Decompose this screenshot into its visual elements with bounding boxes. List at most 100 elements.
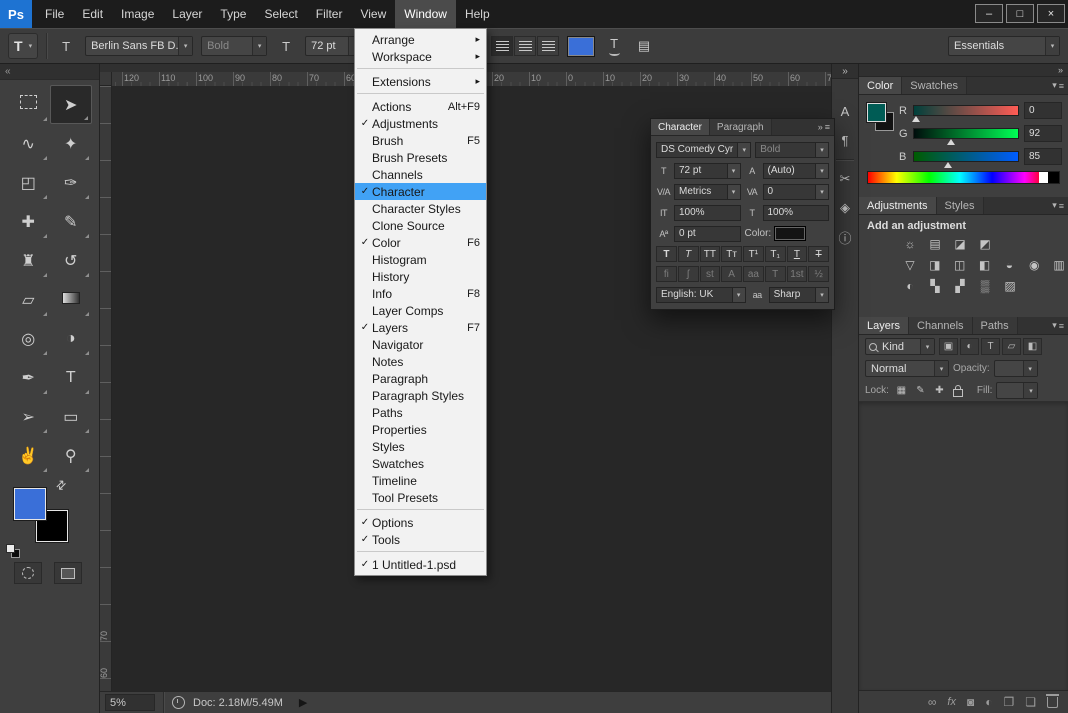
vertical-scale-field[interactable]: 100% [674, 205, 741, 221]
rectangle-tool[interactable]: ▭ [50, 397, 93, 436]
vertical-ruler[interactable]: 7060 [99, 86, 112, 691]
menu-image[interactable]: Image [112, 0, 163, 28]
exposure-icon[interactable]: ◩ [976, 236, 994, 251]
window-menu-item-styles[interactable]: Styles [355, 438, 486, 455]
anti-alias-select[interactable]: Sharp▾ [769, 287, 829, 303]
lock-transparency-icon[interactable]: ▦ [893, 383, 910, 398]
window-menu-item-workspace[interactable]: Workspace▸ [355, 48, 486, 65]
black-white-icon[interactable]: ◧ [976, 257, 994, 272]
history-brush-tool[interactable]: ↺ [50, 241, 93, 280]
tools-panel-header[interactable]: « [0, 64, 99, 80]
swash-button[interactable]: ʃ [678, 266, 699, 282]
color-foreground-swatch[interactable] [867, 103, 886, 122]
panel-menu-button[interactable]: ▾≡ [1050, 197, 1068, 214]
oldstyle-figures-button[interactable]: T [765, 266, 786, 282]
align-left-button[interactable] [491, 36, 513, 56]
character-panel-icon[interactable]: A [835, 101, 855, 121]
window-menu-item-history[interactable]: History [355, 268, 486, 285]
window-menu-item-color[interactable]: ✓ColorF6 [355, 234, 486, 251]
info-panel-icon[interactable]: ⓘ [835, 227, 855, 247]
link-layers-icon[interactable]: ∞ [928, 695, 937, 709]
contextual-alternates-button[interactable]: st [700, 266, 721, 282]
channel-value-g[interactable]: 92 [1024, 125, 1062, 142]
menu-view[interactable]: View [351, 0, 395, 28]
filter-adjustment-layers-icon[interactable]: ◐ [960, 338, 979, 355]
faux-italic-button[interactable]: T [678, 246, 699, 262]
maximize-button[interactable]: □ [1006, 4, 1034, 23]
window-menu-item-paths[interactable]: Paths [355, 404, 486, 421]
font-style-select[interactable]: Bold ▾ [201, 36, 267, 56]
char-font-size-select[interactable]: 72 pt▾ [674, 163, 741, 179]
expand-dock-button[interactable]: » [832, 64, 858, 79]
channel-slider-g[interactable] [913, 128, 1019, 139]
color-balance-icon[interactable]: ◫ [951, 257, 969, 272]
ordinals-button[interactable]: 1st [787, 266, 808, 282]
gradient-tool[interactable] [50, 280, 93, 319]
quick-mask-button[interactable] [14, 562, 42, 584]
kerning-select[interactable]: Metrics▾ [674, 184, 741, 200]
lock-position-icon[interactable]: ✚ [931, 383, 948, 398]
adjustments-panel-tab-styles[interactable]: Styles [937, 197, 984, 214]
baseline-shift-field[interactable]: 0 pt [674, 226, 741, 242]
brush-tool[interactable]: ✎ [50, 202, 93, 241]
default-colors-icon[interactable] [6, 544, 22, 559]
char-font-family-select[interactable]: DS Comedy Cyr ▾ [656, 142, 751, 158]
panel-menu-button[interactable]: ▾≡ [1050, 317, 1068, 334]
superscript-button[interactable]: T¹ [743, 246, 764, 262]
zoom-tool[interactable]: ⚲ [50, 436, 93, 475]
channel-value-b[interactable]: 85 [1024, 148, 1062, 165]
threshold-icon[interactable]: ▞ [951, 278, 969, 293]
channel-slider-r[interactable] [913, 105, 1019, 116]
curves-icon[interactable]: ◪ [951, 236, 969, 251]
char-font-style-select[interactable]: Bold ▾ [755, 142, 829, 158]
workspace-select[interactable]: Essentials ▾ [948, 36, 1060, 56]
color-spectrum-ramp[interactable] [867, 171, 1060, 184]
eyedropper-tool[interactable]: ✑ [50, 163, 93, 202]
menu-select[interactable]: Select [255, 0, 306, 28]
filter-pixel-layers-icon[interactable]: ▣ [939, 338, 958, 355]
filter-smart-objects-icon[interactable]: ◧ [1023, 338, 1042, 355]
eraser-tool[interactable]: ▱ [7, 280, 50, 319]
scissors-panel-icon[interactable]: ✂ [835, 169, 855, 189]
opacity-field[interactable]: ▾ [994, 360, 1038, 377]
channel-mixer-icon[interactable]: ◉ [1025, 257, 1043, 272]
window-menu-item-character-styles[interactable]: Character Styles [355, 200, 486, 217]
window-menu-item-adjustments[interactable]: ✓Adjustments [355, 115, 486, 132]
subscript-button[interactable]: T₁ [765, 246, 786, 262]
delete-layer-icon[interactable] [1047, 697, 1058, 708]
window-menu-item-layer-comps[interactable]: Layer Comps [355, 302, 486, 319]
add-layer-mask-icon[interactable]: ◙ [967, 695, 974, 709]
text-orientation-button[interactable]: T [55, 35, 77, 57]
text-color-swatch[interactable] [567, 36, 595, 57]
brightness-contrast-icon[interactable]: ☼ [901, 236, 919, 251]
selective-color-icon[interactable]: ▨ [1001, 278, 1019, 293]
window-menu-item-extensions[interactable]: Extensions▸ [355, 73, 486, 90]
new-adjustment-layer-icon[interactable]: ◐ [985, 695, 992, 709]
small-caps-button[interactable]: Tᴛ [721, 246, 742, 262]
window-menu-item-clone-source[interactable]: Clone Source [355, 217, 486, 234]
paragraph-panel-icon[interactable]: ¶ [835, 130, 855, 150]
vibrance-icon[interactable]: ▽ [901, 257, 919, 272]
move-tool[interactable]: ➤ [50, 85, 93, 124]
tracking-select[interactable]: 0▾ [763, 184, 830, 200]
blend-mode-select[interactable]: Normal ▾ [865, 360, 949, 377]
layer-effects-icon[interactable]: fx [947, 696, 956, 708]
invert-icon[interactable]: ◐ [901, 278, 919, 293]
window-menu-item-arrange[interactable]: Arrange▸ [355, 31, 486, 48]
window-menu-item-notes[interactable]: Notes [355, 353, 486, 370]
close-button[interactable]: × [1037, 4, 1065, 23]
levels-icon[interactable]: ▤ [926, 236, 944, 251]
language-select[interactable]: English: UK▾ [656, 287, 746, 303]
menu-type[interactable]: Type [211, 0, 255, 28]
window-menu-item-options[interactable]: ✓Options [355, 514, 486, 531]
character-panel-tab-character[interactable]: Character [651, 119, 710, 135]
faux-bold-button[interactable]: T [656, 246, 677, 262]
channel-value-r[interactable]: 0 [1024, 102, 1062, 119]
layers-panel-tab-layers[interactable]: Layers [859, 317, 909, 334]
fractions-button[interactable]: ½ [808, 266, 829, 282]
hue-saturation-icon[interactable]: ◨ [926, 257, 944, 272]
status-options-arrow-icon[interactable]: ▶ [299, 696, 307, 709]
gradient-map-icon[interactable]: ▒ [976, 278, 994, 293]
window-menu-item-timeline[interactable]: Timeline [355, 472, 486, 489]
menu-filter[interactable]: Filter [307, 0, 352, 28]
